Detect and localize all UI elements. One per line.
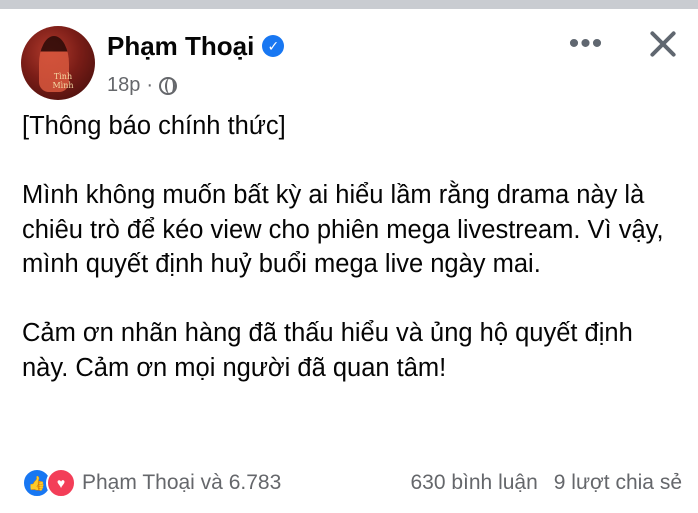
reaction-summary[interactable]: 👍 ♥ Phạm Thoại và 6.783 (22, 468, 281, 498)
post-paragraph-2: Cảm ơn nhãn hàng đã thấu hiểu và ủng hộ … (22, 319, 633, 382)
verified-badge-icon: ✓ (262, 35, 285, 57)
avatar-caption: Tình Mình (52, 72, 74, 90)
engagement-counts: 630 bình luận 9 lượt chia sẻ (410, 471, 682, 495)
top-divider (0, 0, 698, 9)
more-options-icon[interactable]: ••• (566, 28, 606, 60)
globe-icon[interactable] (159, 76, 178, 95)
post-body: [Thông báo chính thức] Mình không muốn b… (22, 109, 682, 385)
close-icon[interactable] (645, 26, 681, 62)
reactors-text[interactable]: Phạm Thoại và 6.783 (82, 471, 281, 495)
author-name[interactable]: Phạm Thoại (107, 30, 254, 62)
post-title-line: [Thông báo chính thức] (22, 112, 286, 140)
love-reaction-icon: ♥ (46, 468, 76, 498)
post-footer: 👍 ♥ Phạm Thoại và 6.783 630 bình luận 9 … (22, 465, 682, 501)
post-paragraph-1: Mình không muốn bất kỳ ai hiểu lầm rằng … (22, 181, 664, 278)
post-time[interactable]: 18p (107, 74, 140, 97)
meta-separator: · (146, 74, 154, 96)
comments-count[interactable]: 630 bình luận (410, 471, 537, 495)
shares-count[interactable]: 9 lượt chia sẻ (554, 471, 682, 495)
post-meta: 18p · (107, 74, 178, 97)
avatar[interactable]: Tình Mình (21, 26, 95, 100)
author-name-row[interactable]: Phạm Thoại ✓ (107, 30, 285, 62)
